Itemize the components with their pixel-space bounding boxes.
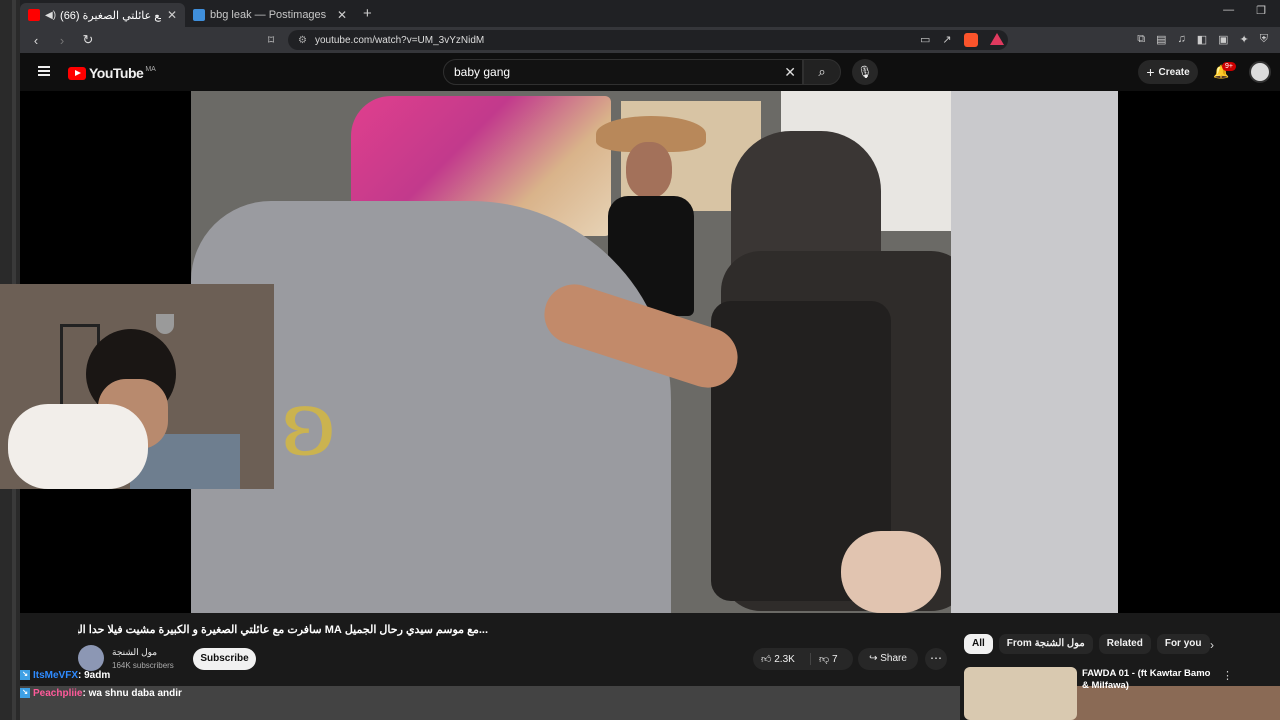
more-actions-icon[interactable]: ⋯ <box>925 648 947 670</box>
chat-message: ↘ Peachpliie : wa shnu daba andir <box>20 686 182 700</box>
youtube-play-icon <box>68 66 86 80</box>
close-tab-icon[interactable]: ✕ <box>167 8 177 22</box>
chip-from-channel[interactable]: From مول الشنجة <box>998 634 1093 654</box>
recommendation-title[interactable]: FAWDA 01 - (ft Kawtar Bamo & Milfawa) <box>1082 668 1217 692</box>
streamer-webcam <box>0 284 274 489</box>
search-button[interactable]: ⌕ <box>803 59 841 85</box>
twitch-badge-icon: ↘ <box>20 688 30 698</box>
audio-playing-icon[interactable]: ◀) <box>45 10 56 21</box>
extension-icons: ⧉ ▤ ♫ ◧ ▣ ✦ ⛨ <box>1137 33 1268 46</box>
account-avatar[interactable] <box>1249 61 1271 83</box>
clear-search-icon[interactable]: ✕ <box>784 64 796 81</box>
new-tab-button[interactable]: + <box>363 5 372 22</box>
subscribe-button[interactable]: Subscribe <box>193 648 256 670</box>
close-tab-icon[interactable]: ✕ <box>337 8 347 22</box>
create-button[interactable]: + Create <box>1138 60 1198 84</box>
twitch-badge-icon: ↘ <box>20 670 30 680</box>
tab-postimages[interactable]: bbg leak — Postimages ✕ <box>185 3 355 27</box>
plus-icon: + <box>1146 64 1155 80</box>
video-title: ...مع موسم سيدي رحال الجميل MA سافرت مع … <box>78 624 488 636</box>
navigation-bar: ‹ › ↻ ⌑ ⚙ youtube.com/watch?v=UM_3vYzNid… <box>20 27 1280 53</box>
restore-icon[interactable]: ❐ <box>1256 4 1266 17</box>
chevron-right-icon[interactable]: › <box>1210 638 1214 652</box>
brave-rewards-icon[interactable] <box>989 33 1004 45</box>
youtube-header: YouTube MA baby gang ✕ ⌕ 🎙 + Create 🔔 9+ <box>20 53 1280 91</box>
channel-name[interactable]: مول الشنجة <box>112 647 157 658</box>
window-controls: — ❐ <box>1223 4 1266 17</box>
tab-title: (66) سافرت مع عائلتي الصغيرة <box>60 9 161 22</box>
recommendation-thumbnail[interactable] <box>964 667 1077 720</box>
bookmark-icon[interactable]: ⌑ <box>268 33 274 47</box>
screen: ◀) (66) سافرت مع عائلتي الصغيرة ✕ bbg le… <box>0 0 1280 720</box>
youtube-favicon-icon <box>28 9 40 21</box>
subscriber-count: 164K subscribers <box>112 661 174 670</box>
media-icon[interactable]: ♫ <box>1177 33 1185 46</box>
reload-icon[interactable]: ↻ <box>78 32 98 48</box>
search-icon: ⌕ <box>818 64 826 79</box>
extensions-icon[interactable]: ⧉ <box>1137 33 1145 46</box>
video-frame[interactable]: ʚ <box>191 91 1118 613</box>
thumbs-down-icon: 👎︎ <box>819 654 832 665</box>
trophy-icon <box>156 314 174 334</box>
like-button[interactable]: 👍︎ 2.3K <box>753 653 811 665</box>
youtube-logo[interactable]: YouTube MA <box>68 65 156 81</box>
chat-message: ↘ ItsMeVFX : 9adm <box>20 668 110 682</box>
search-input[interactable]: baby gang ✕ <box>443 59 803 85</box>
address-bar[interactable]: ⚙ youtube.com/watch?v=UM_3vYzNidM <box>288 30 1008 50</box>
tab-title: bbg leak — Postimages <box>210 9 327 21</box>
chip-related[interactable]: Related <box>1098 634 1151 654</box>
back-icon[interactable]: ‹ <box>26 33 46 48</box>
recommendation-menu-icon[interactable]: ⋮ <box>1222 669 1233 682</box>
share-button[interactable]: ↪ Share <box>858 648 918 670</box>
menu-icon[interactable] <box>38 66 50 76</box>
postimages-favicon-icon <box>193 9 205 21</box>
address-bar-actions: ▭ ↗ <box>920 33 1004 47</box>
leo-ai-icon[interactable]: ✦ <box>1240 33 1249 46</box>
vpn-icon[interactable]: ⛨ <box>1260 33 1268 46</box>
site-settings-icon[interactable]: ⚙ <box>298 35 307 46</box>
dislike-button[interactable]: 👎︎ 7 <box>811 653 853 665</box>
url-text: youtube.com/watch?v=UM_3vYzNidM <box>314 34 485 46</box>
cast-icon[interactable]: ▭ <box>920 33 930 47</box>
recommendation-chips: All From مول الشنجة Related For you <box>964 634 1210 654</box>
share-icon: ↪ <box>869 653 881 664</box>
sidebar-icon[interactable]: ◧ <box>1197 33 1207 46</box>
like-dislike-group: 👍︎ 2.3K 👎︎ 7 <box>753 648 853 670</box>
share-page-icon[interactable]: ↗ <box>942 33 951 47</box>
reading-list-icon[interactable]: ▤ <box>1156 33 1166 46</box>
notification-badge: 9+ <box>1222 62 1236 71</box>
tab-bar: ◀) (66) سافرت مع عائلتي الصغيرة ✕ bbg le… <box>20 0 1280 27</box>
chip-for-you[interactable]: For you <box>1156 634 1210 654</box>
chip-all[interactable]: All <box>964 634 993 654</box>
thumbs-up-icon: 👍︎ <box>761 654 775 665</box>
minimize-icon[interactable]: — <box>1223 4 1234 17</box>
tab-youtube-video[interactable]: ◀) (66) سافرت مع عائلتي الصغيرة ✕ <box>20 3 185 27</box>
brave-shields-icon[interactable] <box>963 33 978 47</box>
forward-icon[interactable]: › <box>52 33 72 48</box>
voice-search-icon[interactable]: 🎙 <box>852 59 878 85</box>
wallet-icon[interactable]: ▣ <box>1218 33 1228 46</box>
